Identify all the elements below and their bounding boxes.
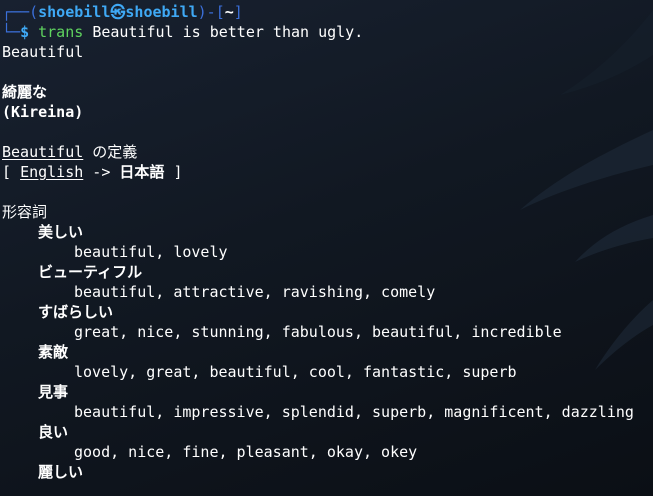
command-args: Beautiful is better than ugly. — [92, 23, 364, 41]
prompt-bracket-close: ] — [233, 3, 243, 21]
entry-synonyms: lovely, great, beautiful, cool, fantasti… — [74, 363, 517, 381]
prompt-at-symbol: ㉿ — [110, 3, 126, 21]
source-word: Beautiful — [2, 43, 84, 61]
prompt-corner-bottom: └─ — [2, 23, 21, 41]
prompt-cwd: ~ — [224, 3, 234, 21]
terminal-output[interactable]: ┌──(shoebill㉿shoebill)-[~] └─$ trans Bea… — [2, 2, 650, 482]
definition-word: Beautiful — [2, 143, 84, 161]
entry-word: 素敵 — [38, 343, 69, 361]
lang-from: English — [20, 163, 84, 181]
lang-bracket-open: [ — [2, 163, 21, 181]
lang-to: 日本語 — [119, 163, 165, 181]
entry-word: 良い — [38, 423, 69, 441]
entry-word: ビューティフル — [38, 263, 143, 281]
entry-word: すばらしい — [38, 303, 114, 321]
entry-synonyms: beautiful, attractive, ravishing, comely — [74, 283, 436, 301]
entry-word: 見事 — [38, 383, 69, 401]
prompt-corner: ┌──( — [2, 3, 39, 21]
romanization-text: (Kireina) — [2, 103, 84, 121]
command-name: trans — [38, 23, 84, 41]
definition-suffix: の定義 — [83, 143, 138, 161]
prompt-host: shoebill — [125, 3, 198, 21]
translation-text: 綺麗な — [2, 83, 48, 101]
prompt-dollar: $ — [20, 23, 30, 41]
prompt-user: shoebill — [38, 3, 111, 21]
prompt-line-top: ┌──(shoebill㉿shoebill)-[~] — [2, 2, 650, 22]
language-pair: [ English -> 日本語 ] — [2, 162, 650, 182]
prompt-separator: )-[ — [197, 3, 225, 21]
part-of-speech: 形容詞 — [2, 203, 48, 221]
definition-heading: Beautiful の定義 — [2, 142, 650, 162]
prompt-line-command: └─$ trans Beautiful is better than ugly. — [2, 22, 650, 42]
entry-word: 美しい — [38, 223, 84, 241]
entry-synonyms: beautiful, lovely — [74, 243, 228, 261]
lang-bracket-close: ] — [164, 163, 183, 181]
entry-synonyms: great, nice, stunning, fabulous, beautif… — [74, 323, 562, 341]
entry-synonyms: good, nice, fine, pleasant, okay, okey — [74, 443, 418, 461]
entry-synonyms: beautiful, impressive, splendid, superb,… — [74, 403, 634, 421]
entry-word: 麗しい — [38, 463, 84, 481]
lang-arrow: -> — [83, 163, 120, 181]
